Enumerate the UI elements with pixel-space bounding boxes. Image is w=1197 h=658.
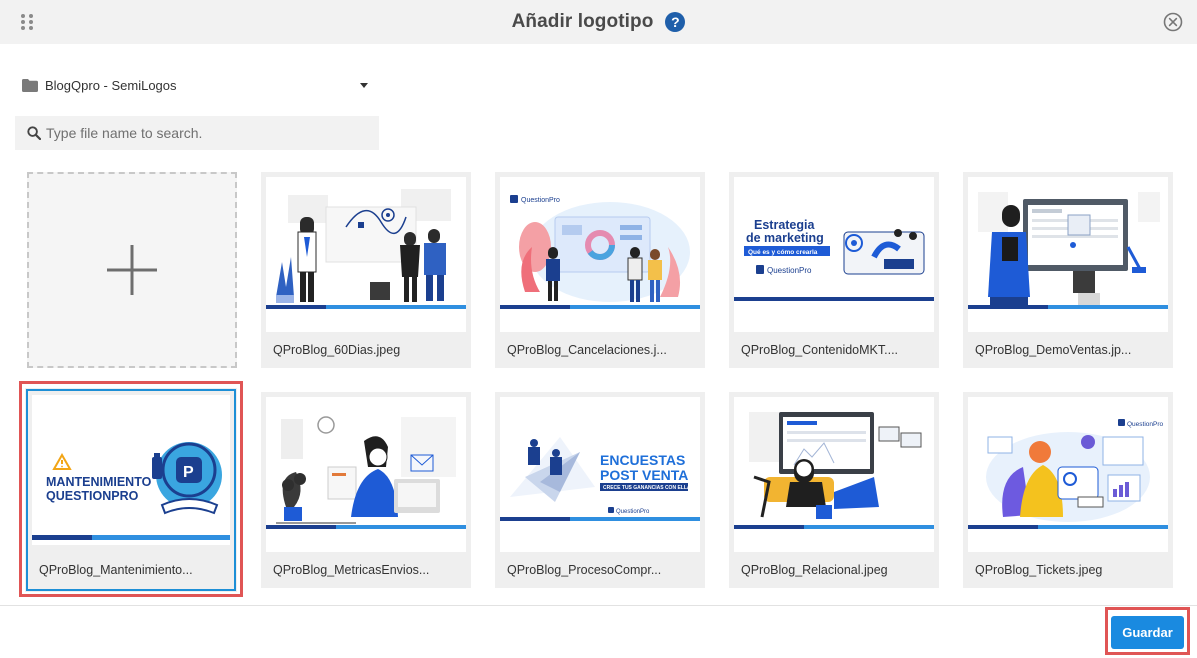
file-name: QProBlog_Cancelaciones.j... xyxy=(507,343,667,357)
plus-icon xyxy=(107,245,157,295)
save-button[interactable]: Guardar xyxy=(1111,616,1184,649)
file-thumbnail: ENCUESTAS POST VENTA CRECE TUS GANANCIAS… xyxy=(500,397,700,552)
file-tile[interactable]: QuestionPro QProBlog_Cancelaciones.j... xyxy=(495,172,705,368)
file-tile[interactable]: QProBlog_DemoVentas.jp... xyxy=(963,172,1173,368)
file-tile[interactable]: QProBlog_MetricasEnvios... xyxy=(261,392,471,588)
file-tile[interactable]: QProBlog_60Dias.jpeg xyxy=(261,172,471,368)
thumbnail-text: ENCUESTAS xyxy=(600,452,685,468)
file-name: QProBlog_Relacional.jpeg xyxy=(741,563,888,577)
file-name: QProBlog_Mantenimiento... xyxy=(39,563,193,577)
file-grid: QProBlog_60Dias.jpeg QuestionPro QProBlo… xyxy=(0,0,1197,600)
file-name: QProBlog_ContenidoMKT.... xyxy=(741,343,899,357)
thumbnail-text: QUESTIONPRO xyxy=(46,489,139,503)
thumbnail-text: POST VENTA xyxy=(600,467,688,483)
file-tile-selected[interactable]: MANTENIMIENTO QUESTIONPRO P QProBlog_Man… xyxy=(25,388,237,592)
file-thumbnail: MANTENIMIENTO QUESTIONPRO P xyxy=(32,395,230,545)
file-name: QProBlog_MetricasEnvios... xyxy=(273,563,430,577)
file-thumbnail: QuestionPro xyxy=(968,397,1168,552)
thumbnail-text: de marketing xyxy=(746,231,824,245)
thumbnail-text: Estrategia xyxy=(754,218,815,232)
file-thumbnail: QuestionPro xyxy=(500,177,700,332)
thumbnail-text: QuestionPro xyxy=(1127,421,1164,428)
file-name: QProBlog_Tickets.jpeg xyxy=(975,563,1103,577)
file-tile[interactable]: ENCUESTAS POST VENTA CRECE TUS GANANCIAS… xyxy=(495,392,705,588)
file-thumbnail: Estrategia de marketing Qué es y cómo cr… xyxy=(734,177,934,332)
thumbnail-text: QuestionPro xyxy=(767,266,812,275)
file-tile[interactable]: Estrategia de marketing Qué es y cómo cr… xyxy=(729,172,939,368)
file-name: QProBlog_DemoVentas.jp... xyxy=(975,343,1132,357)
thumbnail-text: QuestionPro xyxy=(616,509,650,515)
file-thumbnail xyxy=(734,397,934,552)
svg-text:P: P xyxy=(183,464,194,481)
file-thumbnail xyxy=(968,177,1168,332)
file-name: QProBlog_ProcesoCompr... xyxy=(507,563,662,577)
thumbnail-text: CRECE TUS GANANCIAS CON ELLAS xyxy=(603,485,695,491)
add-file-tile[interactable] xyxy=(27,172,237,368)
thumbnail-text: MANTENIMIENTO xyxy=(46,475,152,489)
file-tile[interactable]: QuestionPro QProBlog_Tickets.jpeg xyxy=(963,392,1173,588)
footer-divider xyxy=(0,605,1197,606)
file-name: QProBlog_60Dias.jpeg xyxy=(273,343,401,357)
file-tile[interactable]: QProBlog_Relacional.jpeg xyxy=(729,392,939,588)
file-thumbnail xyxy=(266,177,466,332)
file-thumbnail xyxy=(266,397,466,552)
thumbnail-text: Qué es y cómo crearla xyxy=(748,249,818,256)
thumbnail-text: QuestionPro xyxy=(521,197,560,204)
